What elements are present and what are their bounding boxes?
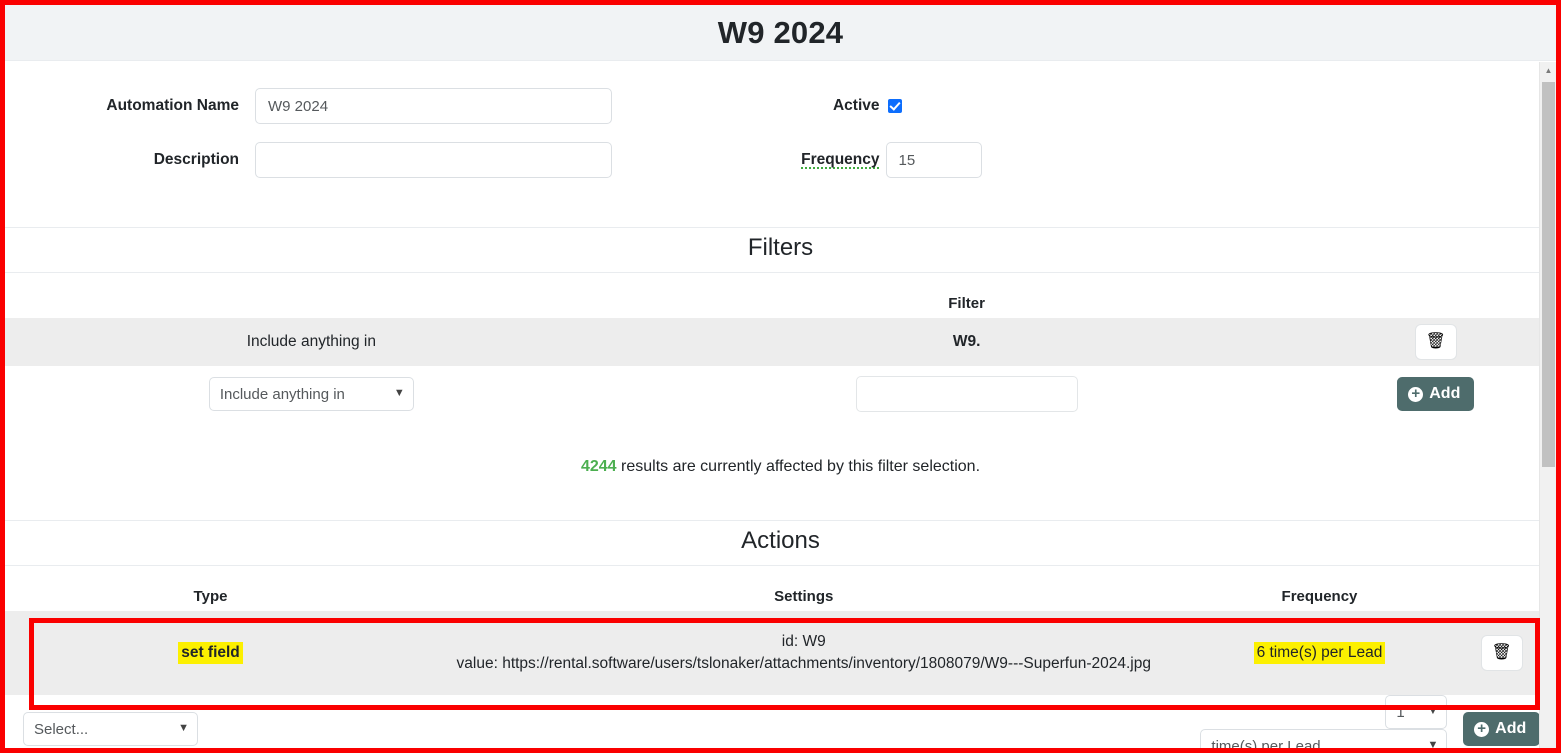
- action-frequency-highlight: 6 time(s) per Lead: [1253, 642, 1386, 664]
- page-title: W9 2024: [717, 14, 844, 50]
- filter-row-value: W9.: [617, 318, 1316, 366]
- action-period-select[interactable]: time(s) per Lead: [1200, 729, 1448, 748]
- add-action-button[interactable]: Add: [1463, 712, 1541, 746]
- filters-section-title: Filters: [747, 234, 814, 261]
- action-type-select[interactable]: Select...: [23, 712, 198, 746]
- action-type-highlight: set field: [178, 642, 243, 664]
- actions-table-header-row: Type Settings Frequency: [5, 566, 1556, 611]
- add-filter-button[interactable]: Add: [1397, 377, 1475, 411]
- page-title-bar: W9 2024: [5, 5, 1556, 61]
- actions-col-settings: Settings: [416, 566, 1192, 611]
- actions-section-header: Actions: [5, 520, 1556, 566]
- filter-results-summary: 4244 results are currently affected by t…: [5, 422, 1556, 520]
- trash-icon: 🗑: [1491, 644, 1512, 661]
- action-row: set field id: W9 value: https://rental.s…: [5, 611, 1556, 695]
- active-checkbox[interactable]: [887, 99, 902, 113]
- automation-name-input[interactable]: [255, 88, 612, 124]
- filter-results-count: 4244: [580, 458, 617, 475]
- filter-results-text: results are currently affected by this f…: [621, 458, 981, 475]
- automation-form: Automation Name Active Description Frequ…: [5, 61, 1556, 227]
- actions-section-title: Actions: [741, 527, 820, 554]
- action-row-settings: id: W9 value: https://rental.software/us…: [416, 611, 1192, 695]
- filter-new-value-cell: [617, 366, 1316, 422]
- page-scroll-area: W9 2024 Automation Name Active Descripti…: [5, 5, 1556, 748]
- filters-col-filter: Filter: [617, 273, 1316, 318]
- filter-row-actions: 🗑: [1315, 318, 1556, 366]
- action-count-select[interactable]: 1: [1385, 695, 1448, 729]
- filters-table: Filter Include anything in W9. 🗑 Include…: [5, 273, 1556, 422]
- plus-circle-icon: [1474, 721, 1490, 737]
- screenshot-viewport: W9 2024 Automation Name Active Descripti…: [0, 0, 1561, 753]
- description-label: Description: [153, 151, 239, 168]
- action-new-row: Select... ▼ 1 ▼ time(s) per Lead ▼ + Add: [5, 695, 1556, 748]
- delete-action-button[interactable]: 🗑: [1480, 635, 1523, 671]
- actions-col-type: Type: [5, 566, 416, 611]
- filter-new-row: Include anything in ▼ Add: [5, 366, 1556, 422]
- action-new-type-cell: Select... ▼: [5, 695, 416, 748]
- delete-filter-button[interactable]: 🗑: [1414, 324, 1457, 360]
- action-new-frequency-cell: 1 ▼ time(s) per Lead ▼: [1191, 695, 1448, 748]
- action-setting-id: id: W9: [781, 633, 826, 650]
- action-setting-value: value: https://rental.software/users/tsl…: [456, 655, 1151, 672]
- scrollbar-thumb[interactable]: [1542, 82, 1555, 467]
- plus-circle-icon: [1408, 386, 1424, 402]
- filter-row-type: Include anything in: [5, 318, 618, 366]
- trash-icon: 🗑: [1425, 333, 1446, 350]
- automation-name-label: Automation Name: [106, 97, 239, 114]
- actions-col-frequency: Frequency: [1191, 566, 1448, 611]
- filters-col-actions: [1315, 273, 1556, 318]
- filter-type-select[interactable]: Include anything in: [208, 377, 414, 411]
- action-row-frequency: 6 time(s) per Lead: [1191, 611, 1448, 695]
- frequency-input[interactable]: [885, 142, 982, 178]
- filters-table-header-row: Filter: [5, 273, 1556, 318]
- active-label: Active: [832, 97, 880, 114]
- filter-row: Include anything in W9. 🗑: [5, 318, 1556, 366]
- filters-col-type: [5, 273, 618, 318]
- scroll-up-arrow-icon[interactable]: ▲: [1540, 62, 1556, 79]
- form-row-name-active: Automation Name Active: [5, 79, 1556, 133]
- filter-new-type-cell: Include anything in ▼: [5, 366, 618, 422]
- filter-value-input[interactable]: [855, 376, 1078, 412]
- form-row-description-frequency: Description Frequency: [5, 133, 1556, 187]
- filters-section-header: Filters: [5, 227, 1556, 273]
- add-filter-label: Add: [1429, 385, 1461, 402]
- action-new-settings-cell: [416, 695, 1192, 748]
- filter-new-actions-cell: Add: [1315, 366, 1556, 422]
- frequency-label: Frequency: [801, 151, 880, 168]
- action-row-type: set field: [5, 611, 416, 695]
- vertical-scrollbar[interactable]: ▲: [1539, 62, 1556, 748]
- description-input[interactable]: [255, 142, 612, 178]
- add-action-label: Add: [1495, 720, 1527, 737]
- actions-table: Type Settings Frequency set field id: W9…: [5, 566, 1556, 748]
